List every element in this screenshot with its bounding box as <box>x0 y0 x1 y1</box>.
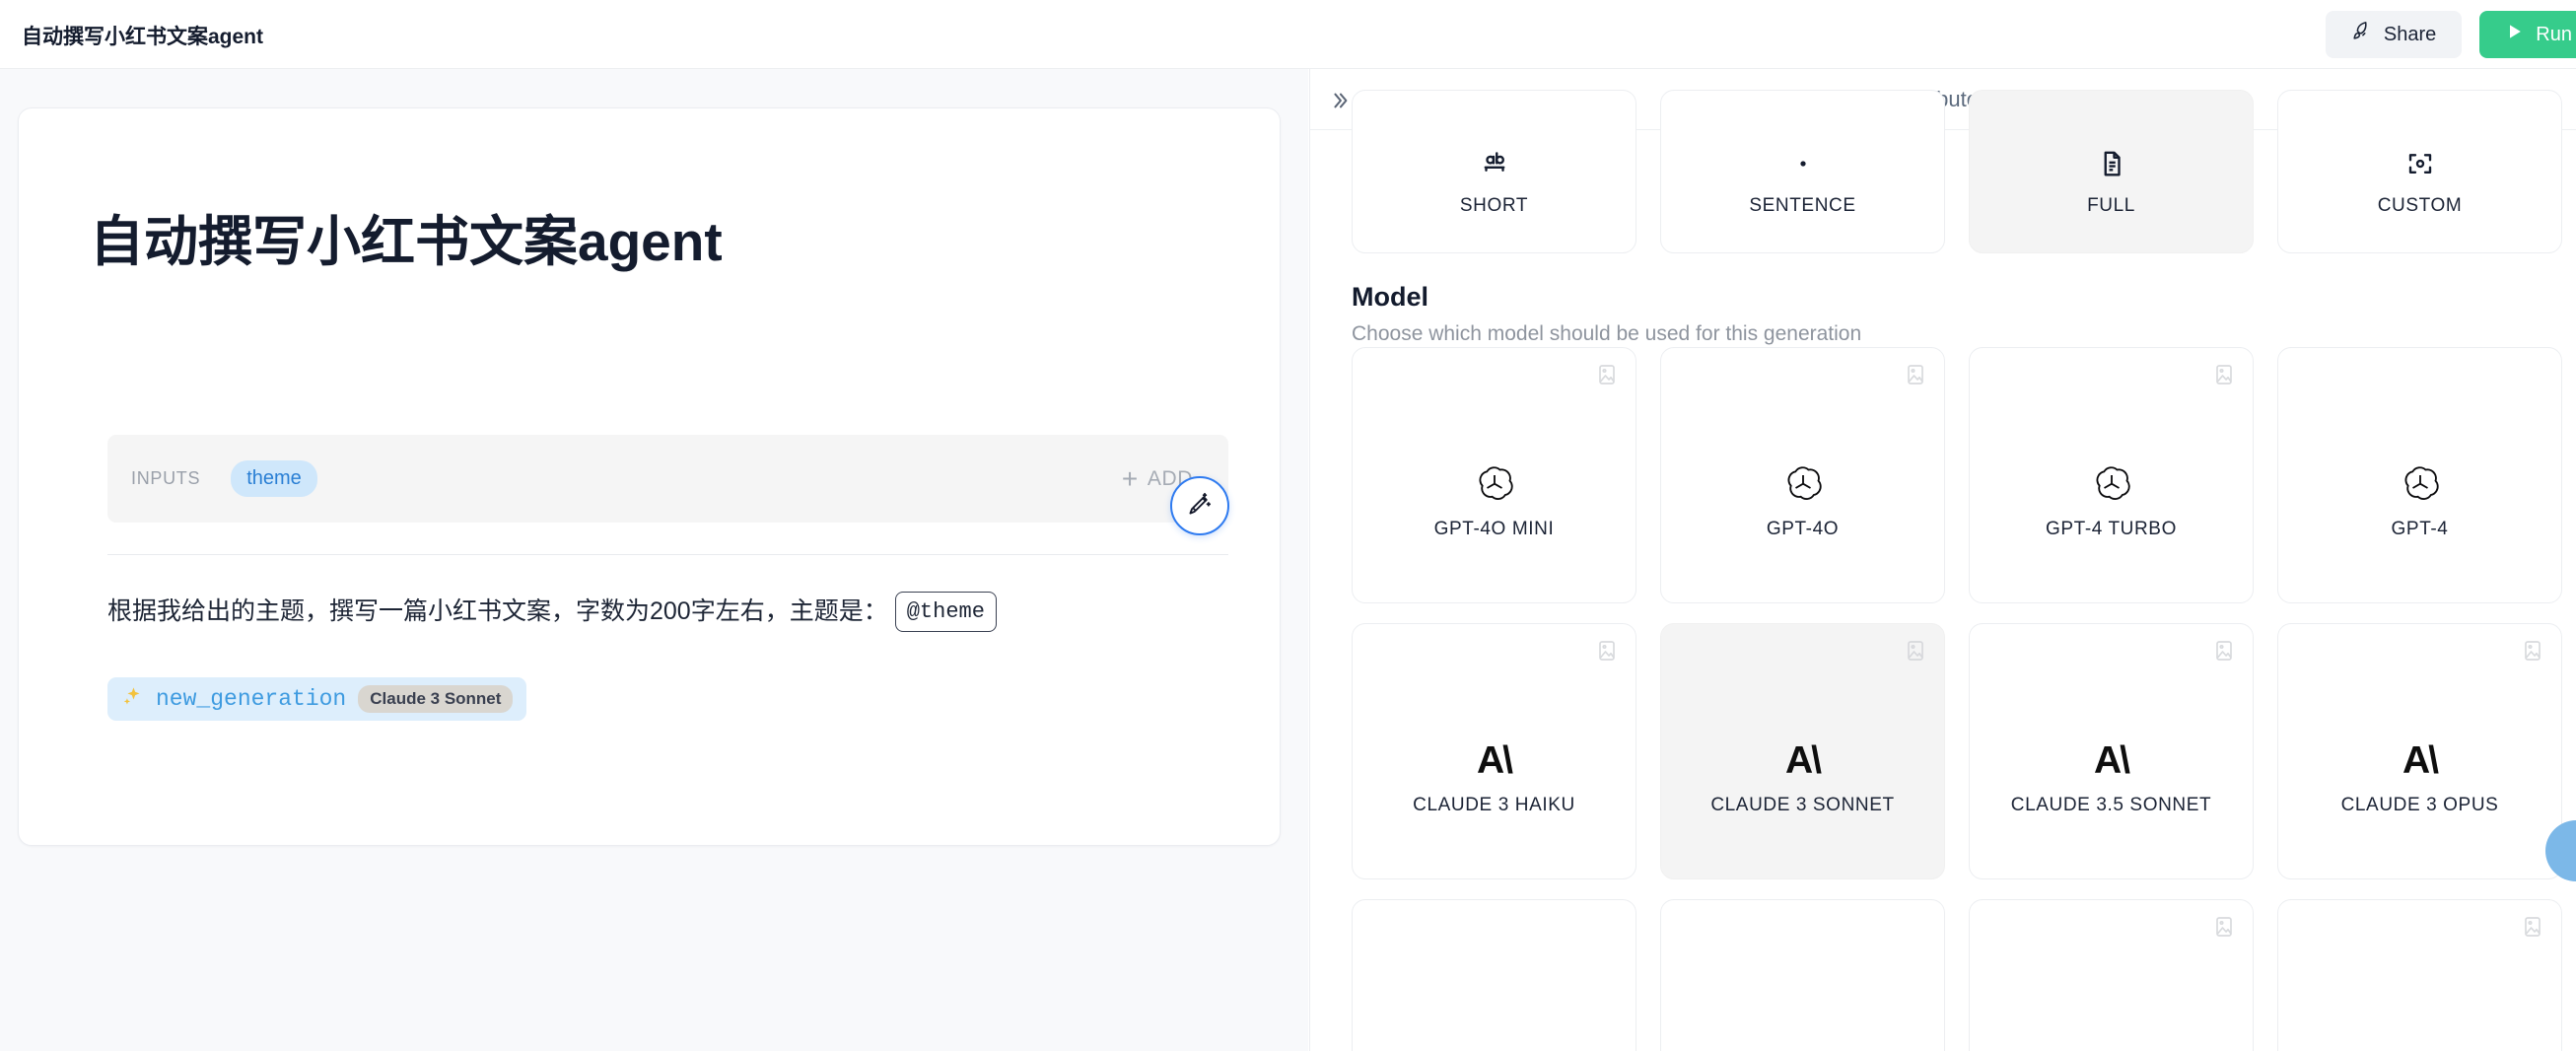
openai-logo <box>1783 461 1823 507</box>
image-placeholder-icon <box>2521 915 2544 944</box>
length-card-short[interactable]: SHORT <box>1352 90 1636 253</box>
model-card-gpt-4[interactable]: GPT-4 <box>2277 347 2562 603</box>
inputs-label: INPUTS <box>131 468 201 488</box>
sparkles-icon <box>121 685 144 713</box>
anthropic-mark: A\ <box>1785 738 1822 782</box>
image-placeholder-icon <box>2212 915 2236 944</box>
image-placeholder-icon <box>2212 363 2236 391</box>
run-label: Run <box>2536 23 2572 45</box>
length-card-custom[interactable]: CUSTOM <box>2277 90 2562 253</box>
length-card-label: CUSTOM <box>2377 195 2463 216</box>
magic-wand-button[interactable] <box>1170 476 1229 535</box>
length-card-full[interactable]: FULL <box>1969 90 2254 253</box>
model-section-subtitle: Choose which model should be used for th… <box>1352 322 1862 345</box>
length-card-sentence[interactable]: SENTENCE <box>1660 90 1945 253</box>
attributes-pane: Attributes SHORT <box>1309 69 2576 1051</box>
model-card-additional-3[interactable] <box>1969 899 2254 1051</box>
generation-block-chip[interactable]: new_generation Claude 3 Sonnet <box>107 677 527 721</box>
dot-icon <box>1788 141 1818 186</box>
model-card-label: GPT-4O <box>1766 519 1840 539</box>
model-card-claude-3-opus[interactable]: A\ CLAUDE 3 OPUS <box>2277 623 2562 879</box>
image-placeholder-icon <box>1904 363 1927 391</box>
document-icon <box>2097 141 2126 186</box>
magic-wand-icon <box>1186 490 1214 523</box>
top-bar-actions: Share Run <box>2325 11 2576 58</box>
run-button[interactable]: Run <box>2479 11 2576 58</box>
generation-model-badge: Claude 3 Sonnet <box>358 685 514 713</box>
model-card-label: CLAUDE 3 OPUS <box>2340 795 2499 815</box>
model-section-title: Model <box>1352 282 1428 312</box>
attributes-body: SHORT SENTENCE FULL CUSTOM Model Choose … <box>1310 90 2576 1051</box>
prompt-text[interactable]: 根据我给出的主题，撰写一篇小红书文案，字数为200字左右，主题是： @theme <box>107 592 997 632</box>
share-button[interactable]: Share <box>2325 11 2463 58</box>
model-card-label: CLAUDE 3 SONNET <box>1710 795 1895 815</box>
openai-logo <box>2092 461 2131 507</box>
model-row-openai: GPT-4O MINI GPT-4O GPT-4 TURBO GPT-4 <box>1352 347 2562 603</box>
chevron-double-right-icon[interactable] <box>1329 90 1351 111</box>
anthropic-mark: A\ <box>2402 738 2439 782</box>
document-title[interactable]: 自动撰写小红书文案agent <box>90 209 723 274</box>
prompt-body: 根据我给出的主题，撰写一篇小红书文案，字数为200字左右，主题是： <box>107 596 888 625</box>
rocket-icon <box>2351 21 2373 48</box>
share-label: Share <box>2383 23 2437 45</box>
openai-logo <box>1475 461 1514 507</box>
image-placeholder-icon <box>2521 639 2544 667</box>
length-card-label: FULL <box>2087 195 2135 216</box>
model-card-gpt-4o[interactable]: GPT-4O <box>1660 347 1945 603</box>
prompt-variable-token[interactable]: @theme <box>894 592 997 632</box>
model-card-gpt-4o-mini[interactable]: GPT-4O MINI <box>1352 347 1636 603</box>
app-title: 自动撰写小红书文案agent <box>22 26 264 48</box>
model-card-label: GPT-4 TURBO <box>2046 519 2177 539</box>
image-placeholder-icon <box>2212 639 2236 667</box>
ab-underline-icon <box>1480 141 1509 186</box>
model-card-claude-3-sonnet[interactable]: A\ CLAUDE 3 SONNET <box>1660 623 1945 879</box>
openai-logo <box>2401 461 2440 507</box>
anthropic-logo: A\ <box>2094 737 2130 783</box>
model-card-label: GPT-4O MINI <box>1433 519 1555 539</box>
model-card-additional-2[interactable] <box>1660 899 1945 1051</box>
prompt-card: 自动撰写小红书文案agent INPUTS theme + ADD 根据我给出的… <box>18 107 1281 846</box>
anthropic-logo: A\ <box>2402 737 2439 783</box>
scan-focus-icon <box>2405 141 2435 186</box>
model-card-label: CLAUDE 3.5 SONNET <box>2010 795 2212 815</box>
model-card-claude-35-sonnet[interactable]: A\ CLAUDE 3.5 SONNET <box>1969 623 2254 879</box>
top-bar: 自动撰写小红书文案agent Share Run <box>0 0 2576 69</box>
anthropic-mark: A\ <box>1477 738 1513 782</box>
model-card-gpt-4-turbo[interactable]: GPT-4 TURBO <box>1969 347 2254 603</box>
plus-icon: + <box>1121 462 1139 494</box>
anthropic-logo: A\ <box>1477 737 1513 783</box>
play-icon <box>2505 22 2525 47</box>
length-card-label: SENTENCE <box>1749 195 1856 216</box>
image-placeholder-icon <box>1595 639 1619 667</box>
length-option-row: SHORT SENTENCE FULL CUSTOM <box>1352 90 2562 253</box>
length-card-label: SHORT <box>1459 195 1529 216</box>
image-placeholder-icon <box>1595 363 1619 391</box>
inputs-strip: INPUTS theme + ADD <box>107 435 1228 523</box>
model-card-label: CLAUDE 3 HAIKU <box>1413 795 1575 815</box>
model-section-header: Model Choose which model should be used … <box>1352 282 1861 346</box>
anthropic-logo: A\ <box>1785 737 1822 783</box>
section-divider <box>107 554 1228 555</box>
model-row-additional <box>1352 899 2562 1051</box>
generation-name: new_generation <box>156 686 347 712</box>
model-card-additional-1[interactable] <box>1352 899 1636 1051</box>
anthropic-mark: A\ <box>2094 738 2130 782</box>
model-card-additional-4[interactable] <box>2277 899 2562 1051</box>
model-row-anthropic: A\ CLAUDE 3 HAIKU A\ CLAUDE 3 SONNET A\ <box>1352 623 2562 879</box>
model-card-label: GPT-4 <box>2391 519 2449 539</box>
input-chip-theme[interactable]: theme <box>231 460 317 497</box>
editor-pane: 自动撰写小红书文案agent INPUTS theme + ADD 根据我给出的… <box>0 69 1308 1051</box>
model-card-claude-3-haiku[interactable]: A\ CLAUDE 3 HAIKU <box>1352 623 1636 879</box>
image-placeholder-icon <box>1904 639 1927 667</box>
